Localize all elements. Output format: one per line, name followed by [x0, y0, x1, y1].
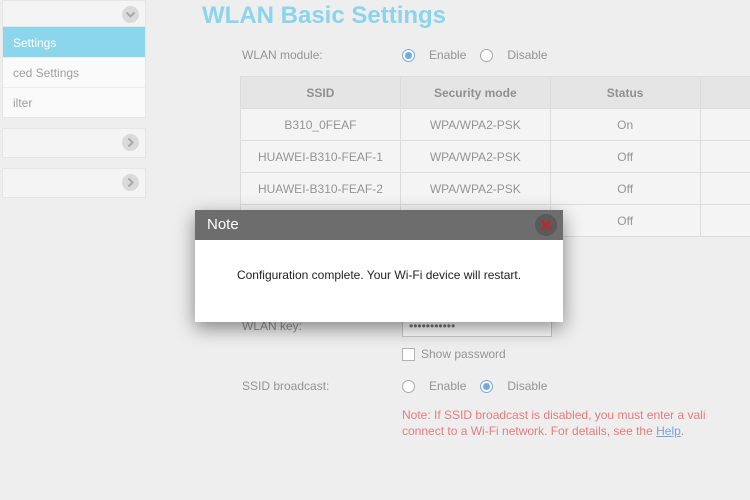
- wlan-module-enable-radio[interactable]: [402, 49, 415, 62]
- wlan-module-disable-radio[interactable]: [480, 49, 493, 62]
- cell-mode: WPA/WPA2-PSK: [400, 109, 550, 141]
- sidebar-item-filter[interactable]: ilter: [3, 87, 145, 117]
- cell-status: Off: [550, 173, 700, 205]
- modal-title-bar: Note: [195, 210, 563, 240]
- cell-status: Off: [550, 205, 700, 237]
- cell-ssid: HUAWEI-B310-FEAF-1: [241, 141, 401, 173]
- ssid-broadcast-disable-label: Disable: [507, 379, 547, 393]
- modal-body: Configuration complete. Your Wi-Fi devic…: [195, 240, 563, 322]
- row-show-password: Show password: [242, 343, 750, 365]
- ssid-broadcast-label: SSID broadcast:: [242, 379, 402, 393]
- broadcast-note-line1: Note: If SSID broadcast is disabled, you…: [402, 408, 705, 422]
- modal-title: Note: [207, 216, 239, 233]
- ssid-broadcast-enable-radio[interactable]: [402, 380, 415, 393]
- broadcast-note: Note: If SSID broadcast is disabled, you…: [402, 407, 705, 439]
- row-wlan-module: WLAN module: Enable Disable: [242, 44, 750, 66]
- sidebar-group-3-head[interactable]: [3, 169, 145, 197]
- chevron-right-icon: [122, 174, 139, 191]
- table-row[interactable]: HUAWEI-B310-FEAF-1 WPA/WPA2-PSK Off: [241, 141, 750, 173]
- wlan-module-disable-label: Disable: [507, 48, 547, 62]
- sidebar-item-advanced-settings[interactable]: ced Settings: [3, 57, 145, 87]
- row-broadcast-note: Note: If SSID broadcast is disabled, you…: [242, 407, 750, 439]
- show-password-checkbox[interactable]: [402, 348, 415, 361]
- ssid-broadcast-disable-radio[interactable]: [480, 380, 493, 393]
- row-ssid-broadcast: SSID broadcast: Enable Disable: [242, 375, 750, 397]
- sidebar-group-3: [2, 168, 146, 198]
- cell-status: On: [550, 109, 700, 141]
- th-ssid: SSID: [241, 77, 401, 109]
- wlan-module-label: WLAN module:: [242, 48, 402, 62]
- chevron-right-icon: [122, 134, 139, 151]
- table-row[interactable]: B310_0FEAF WPA/WPA2-PSK On: [241, 109, 750, 141]
- cell-op: [700, 205, 750, 237]
- wlan-module-enable-label: Enable: [429, 48, 466, 62]
- cell-op: [700, 141, 750, 173]
- help-link[interactable]: Help: [656, 424, 681, 438]
- show-password-label: Show password: [421, 347, 506, 361]
- sidebar-group-2-head[interactable]: [3, 129, 145, 157]
- modal-close-button[interactable]: [535, 214, 557, 236]
- sidebar: Settings ced Settings ilter: [0, 0, 148, 500]
- sidebar-group-2: [2, 128, 146, 158]
- note-modal: Note Configuration complete. Your Wi-Fi …: [195, 210, 563, 322]
- sidebar-group-wlan: Settings ced Settings ilter: [2, 0, 146, 118]
- th-status: Status: [550, 77, 700, 109]
- close-icon: [539, 218, 553, 232]
- cell-mode: WPA/WPA2-PSK: [400, 173, 550, 205]
- sidebar-item-settings[interactable]: Settings: [3, 27, 145, 57]
- cell-mode: WPA/WPA2-PSK: [400, 141, 550, 173]
- cell-ssid: B310_0FEAF: [241, 109, 401, 141]
- cell-op: [700, 109, 750, 141]
- broadcast-note-line2: connect to a Wi-Fi network. For details,…: [402, 424, 656, 438]
- cell-op: [700, 173, 750, 205]
- table-row[interactable]: HUAWEI-B310-FEAF-2 WPA/WPA2-PSK Off: [241, 173, 750, 205]
- cell-ssid: HUAWEI-B310-FEAF-2: [241, 173, 401, 205]
- ssid-broadcast-enable-label: Enable: [429, 379, 466, 393]
- page-title: WLAN Basic Settings: [162, 0, 750, 44]
- sidebar-group-head[interactable]: [3, 1, 145, 27]
- cell-status: Off: [550, 141, 700, 173]
- th-security-mode: Security mode: [400, 77, 550, 109]
- th-op: [700, 77, 750, 109]
- table-header-row: SSID Security mode Status: [241, 77, 750, 109]
- chevron-down-icon: [122, 6, 139, 23]
